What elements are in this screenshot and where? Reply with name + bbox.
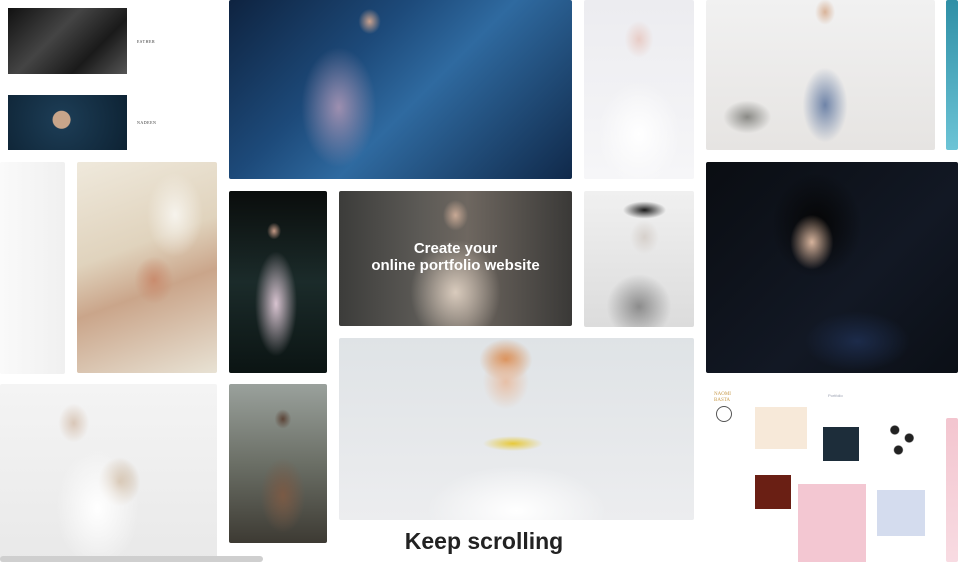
mini-site-label-1: ESTHER xyxy=(137,38,156,44)
illustration-card-3 xyxy=(755,475,791,509)
photo-woman-black-hat[interactable] xyxy=(584,191,694,327)
hero-banner[interactable]: Create your online portfolio website xyxy=(339,191,572,326)
keep-scrolling-label: Keep scrolling xyxy=(404,528,564,554)
photo-woman-white-coat[interactable] xyxy=(584,0,694,179)
illustration-card-1 xyxy=(755,407,807,449)
photo-man-with-camera[interactable] xyxy=(229,384,327,543)
mini-site-brand: NAOMI BASTA xyxy=(714,392,731,403)
illustration-card-2 xyxy=(823,427,859,461)
photo-woman-blue-phone[interactable] xyxy=(229,0,572,179)
photo-woman-with-dog[interactable] xyxy=(0,384,217,562)
mini-site-menu: Portfolio xyxy=(828,393,843,398)
photo-pink-edge[interactable] xyxy=(946,418,958,562)
photo-singer-stage[interactable] xyxy=(229,191,327,373)
hero-title-line2: online portfolio website xyxy=(371,257,540,274)
hero-title-line1: Create your xyxy=(413,240,498,257)
mini-website-preview-left[interactable]: ESTHER NADEEN xyxy=(0,0,217,150)
illustration-doodle-1 xyxy=(716,406,732,422)
illustration-card-4 xyxy=(798,484,866,562)
white-panel xyxy=(0,162,65,374)
mini-site-label-2: NADEEN xyxy=(137,120,157,125)
photo-redhead-yellow-collar[interactable] xyxy=(339,338,694,520)
mini-website-preview-right[interactable]: NAOMI BASTA Portfolio xyxy=(706,384,935,562)
illustration-card-5 xyxy=(877,490,925,536)
thumb-bw-woman xyxy=(8,8,127,74)
illustration-doodle-2 xyxy=(884,418,920,458)
photo-woman-dark-portrait[interactable] xyxy=(706,162,958,373)
photo-pool-edge[interactable] xyxy=(946,0,958,150)
thumb-blue-woman xyxy=(8,95,127,150)
horizontal-scrollbar[interactable] xyxy=(0,556,263,562)
photo-upside-down-woman[interactable] xyxy=(77,162,217,373)
photo-woman-sitting-white-wall[interactable] xyxy=(706,0,935,150)
